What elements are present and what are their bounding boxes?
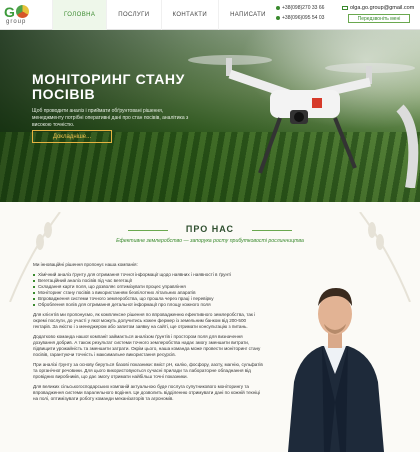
drone-image [188,55,419,188]
phone-icon [276,6,280,10]
callback-button[interactable]: Передзвоніть мені [348,14,410,23]
mail-icon [342,6,348,10]
nav-item-write[interactable]: НАПИСАТИ [218,0,277,30]
about-section: ПРО НАС Ефективне землеробство — запорук… [0,202,420,452]
hero-more-button[interactable]: Докладніше... [32,130,112,143]
logo-subtitle: group [6,19,27,25]
header-contacts: +38(098)270 33 66 +38(096)095 54 03 olga… [276,4,416,28]
about-intro: Ми інноваційні рішення пропонує наша ком… [33,262,138,267]
about-paragraph: Для великих сільськогосподарських компан… [33,384,261,401]
about-subtitle: Ефективне землеробство — запорука росту … [116,238,304,244]
about-paragraph: При аналізі ґрунту за основу беруться ба… [33,362,263,379]
email[interactable]: olga.go.group@gmail.com [342,5,414,11]
nav-item-services[interactable]: ПОСЛУГИ [106,0,160,30]
phone-2-text: +38(096)095 54 03 [282,15,325,21]
list-item: Оброблення полів для отримання детальної… [33,302,263,308]
title-divider-right [252,230,292,231]
hero-banner: МОНІТОРИНГ СТАНУ ПОСІВІВ Щоб проводити а… [0,30,420,202]
nav-item-contacts[interactable]: КОНТАКТИ [160,0,219,30]
email-text: olga.go.group@gmail.com [350,5,415,11]
main-nav: ГОЛОВНА ПОСЛУГИ КОНТАКТИ НАПИСАТИ [52,0,277,30]
phone-1-text: +38(098)270 33 66 [282,5,325,11]
hero-title: МОНІТОРИНГ СТАНУ ПОСІВІВ [32,71,185,102]
phone-icon [276,16,280,20]
logo-letter: G [4,4,15,20]
site-header: G group ГОЛОВНА ПОСЛУГИ КОНТАКТИ НАПИСАТ… [0,0,420,30]
about-text: Ми інноваційні рішення пропонує наша ком… [33,262,263,406]
about-paragraph: Додатково команда нашої компанії займаєт… [33,334,261,357]
logo-circle-icon [16,5,29,18]
services-list: Хімічний аналіз ґрунту для отримання точ… [33,272,263,308]
hero-text: Щоб проводити аналіз і приймати обґрунто… [32,108,189,128]
about-title: ПРО НАС [185,224,235,234]
phone-2[interactable]: +38(096)095 54 03 [276,15,324,21]
page: G group ГОЛОВНА ПОСЛУГИ КОНТАКТИ НАПИСАТ… [0,0,420,452]
person-photo [288,288,384,452]
about-paragraph: Для клієнтів ми пропонуємо, як комплексн… [33,312,256,329]
nav-item-home[interactable]: ГОЛОВНА [52,0,107,30]
logo[interactable]: G group [4,4,44,26]
phone-1[interactable]: +38(098)270 33 66 [276,5,324,11]
